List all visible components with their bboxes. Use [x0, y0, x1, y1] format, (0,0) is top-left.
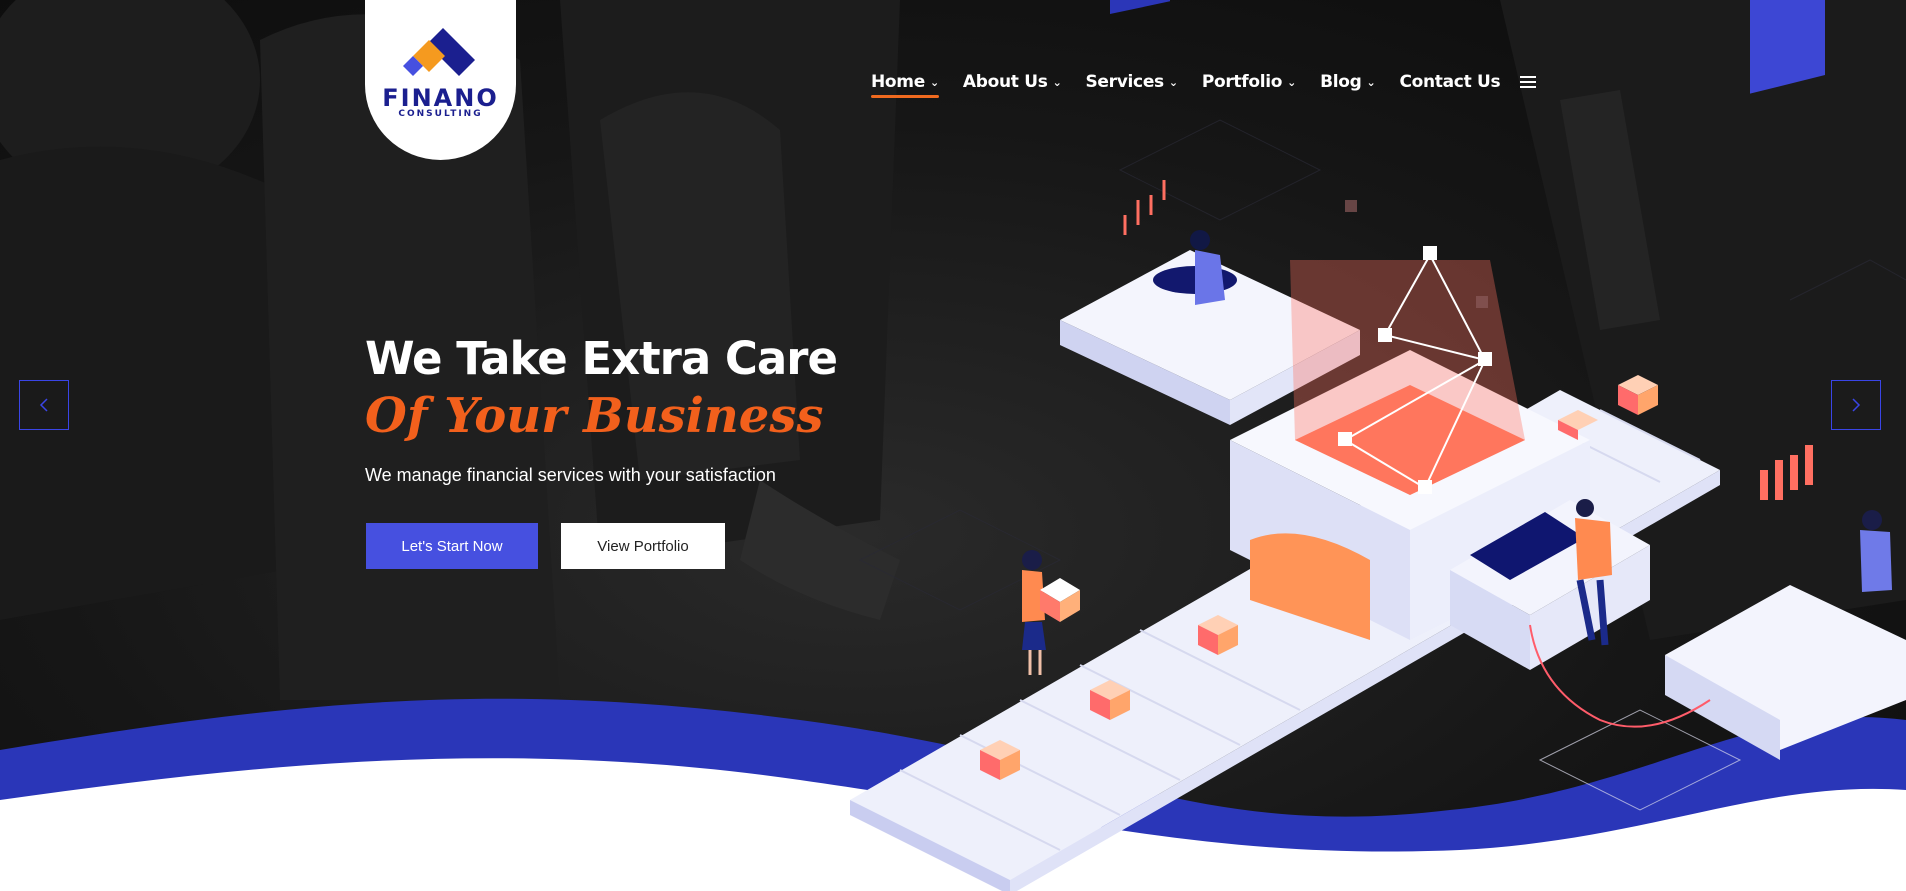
brand-name: FINANO [382, 84, 499, 112]
nav-label: About Us [962, 72, 1048, 92]
view-portfolio-button[interactable]: View Portfolio [561, 523, 725, 569]
chevron-down-icon: ⌄ [1052, 75, 1062, 89]
chevron-down-icon: ⌄ [929, 75, 939, 89]
logo-badge[interactable]: FINANO CONSULTING [365, 0, 516, 160]
nav-label: Home [871, 72, 925, 92]
hero-subtext: We manage financial services with your s… [365, 465, 776, 485]
start-now-button[interactable]: Let's Start Now [366, 523, 538, 569]
nav-item-home[interactable]: Home ⌄ [871, 72, 939, 98]
nav-item-contact-us[interactable]: Contact Us [1399, 72, 1500, 92]
hero-section: FINANO CONSULTING Home ⌄ About Us ⌄ Serv… [0, 0, 1906, 891]
brand-tagline: CONSULTING [398, 109, 483, 119]
hero-heading: We Take Extra Care [365, 332, 838, 385]
nav-item-portfolio[interactable]: Portfolio ⌄ [1201, 72, 1297, 92]
nav-label: Blog [1320, 72, 1362, 92]
nav-label: Portfolio [1201, 72, 1283, 92]
hamburger-icon[interactable] [1520, 76, 1536, 90]
logo-mark-icon [403, 28, 475, 76]
nav-item-blog[interactable]: Blog ⌄ [1320, 72, 1376, 92]
nav-item-services[interactable]: Services ⌄ [1085, 72, 1178, 92]
nav-label: Services [1085, 72, 1164, 92]
hero-illustration [850, 0, 1906, 891]
nav-item-about-us[interactable]: About Us ⌄ [963, 72, 1062, 92]
slider-prev-button[interactable] [19, 380, 69, 430]
main-nav: Home ⌄ About Us ⌄ Services ⌄ Portfolio ⌄… [871, 72, 1524, 98]
chevron-right-icon [1852, 398, 1861, 412]
hero-heading-accent: Of Your Business [365, 388, 824, 444]
chevron-down-icon: ⌄ [1287, 75, 1297, 89]
chevron-down-icon: ⌄ [1168, 75, 1178, 89]
chevron-down-icon: ⌄ [1366, 75, 1376, 89]
slider-next-button[interactable] [1831, 380, 1881, 430]
chevron-left-icon [39, 398, 48, 412]
nav-label: Contact Us [1399, 72, 1501, 92]
